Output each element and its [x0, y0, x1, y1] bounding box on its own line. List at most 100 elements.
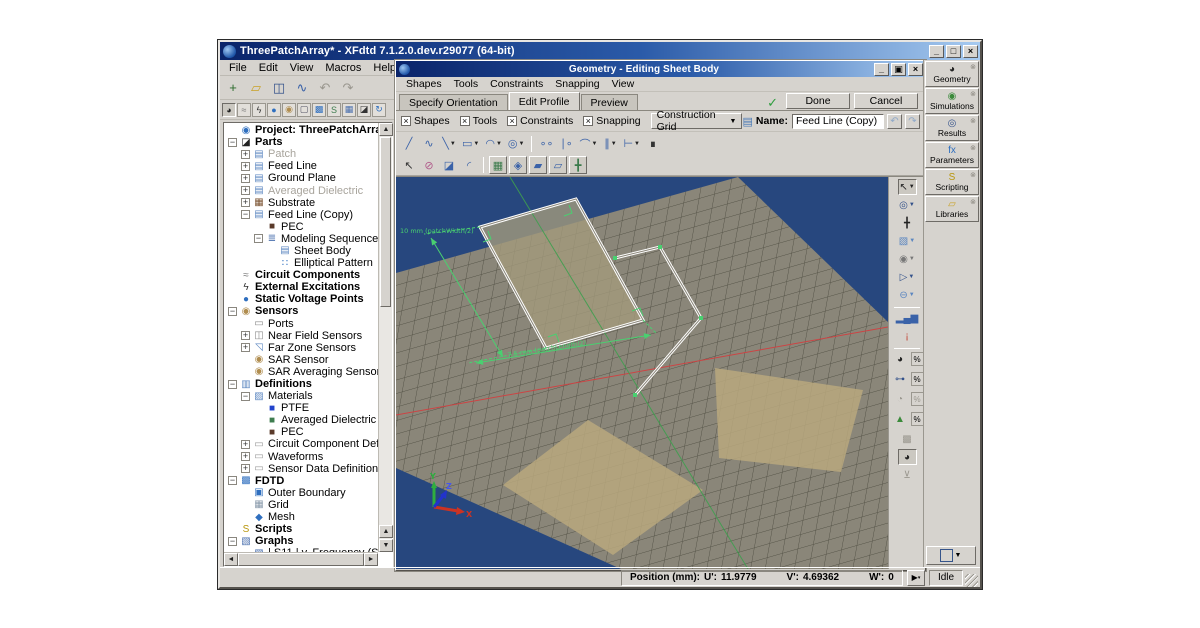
- toggle-shapes[interactable]: × Shapes: [401, 115, 450, 127]
- tree-item[interactable]: ∷ Elliptical Pattern: [224, 257, 378, 269]
- tree-item[interactable]: ■ PEC: [224, 221, 378, 233]
- scroll-up-icon[interactable]: ▲: [379, 123, 393, 136]
- tree-item[interactable]: ◆ Mesh: [224, 511, 378, 523]
- tree-item[interactable]: −≣ Modeling Sequence: [224, 233, 378, 245]
- circuit-opacity-icon[interactable]: ⊶: [891, 371, 910, 387]
- tree-expander-plus-icon[interactable]: +: [241, 452, 250, 461]
- circuit-components-icon[interactable]: ≈: [237, 103, 251, 117]
- toggle-plane-icon[interactable]: ▱: [549, 156, 567, 174]
- parallel-constraint-icon[interactable]: ∥▼: [601, 135, 619, 153]
- external-excitations-icon[interactable]: ϟ: [252, 103, 266, 117]
- geometry-editor-titlebar[interactable]: Geometry - Editing Sheet Body _▣×: [396, 61, 925, 77]
- detach-icon[interactable]: ⊗: [970, 63, 976, 72]
- done-button[interactable]: Done: [786, 93, 850, 109]
- tree-expander-minus-icon[interactable]: −: [241, 392, 250, 401]
- tab-specify-orientation[interactable]: Specify Orientation: [399, 94, 508, 110]
- minimize-button[interactable]: _: [874, 63, 889, 76]
- display-icon[interactable]: ◪: [357, 103, 371, 117]
- detach-icon[interactable]: ⊗: [970, 198, 976, 207]
- tree-item[interactable]: ■ PEC: [224, 426, 378, 438]
- geometry-menu-view[interactable]: View: [606, 77, 641, 91]
- tree-item[interactable]: −▤ Feed Line (Copy): [224, 209, 378, 221]
- toggle-grid-icon[interactable]: ▦: [489, 156, 507, 174]
- tree-item[interactable]: ◉ SAR Averaging Sensor: [224, 366, 378, 378]
- static-voltage-icon[interactable]: ●: [267, 103, 281, 117]
- zoom-view-icon[interactable]: ◎▼: [898, 197, 917, 213]
- tree-item[interactable]: ▣ Outer Boundary: [224, 487, 378, 499]
- scripts-icon[interactable]: S: [327, 103, 341, 117]
- tree-item[interactable]: ● Static Voltage Points: [224, 293, 378, 305]
- refresh-icon[interactable]: ↻: [372, 103, 386, 117]
- arc-tool-icon[interactable]: ◠▼: [483, 135, 504, 153]
- construction-grid-dropdown[interactable]: Construction Grid▼: [651, 113, 743, 129]
- run-macro-icon[interactable]: ∿: [291, 78, 313, 98]
- tree-item[interactable]: +▤ Ground Plane: [224, 172, 378, 184]
- dock-button-parameters[interactable]: ⊗ fx Parameters: [925, 142, 979, 168]
- tree-expander-plus-icon[interactable]: +: [241, 174, 250, 183]
- tree-expander-plus-icon[interactable]: +: [241, 331, 250, 340]
- tree-item[interactable]: +◹ Far Zone Sensors: [224, 342, 378, 354]
- tree-vscroll-thumb[interactable]: [380, 137, 391, 307]
- tree-item[interactable]: −▩ FDTD: [224, 475, 378, 487]
- coincident-constraint-icon[interactable]: ∘∘: [537, 135, 555, 153]
- menu-view[interactable]: View: [284, 61, 320, 75]
- menu-macros[interactable]: Macros: [319, 61, 367, 75]
- close-button[interactable]: ×: [908, 63, 923, 76]
- tree-item[interactable]: +◫ Near Field Sensors: [224, 330, 378, 342]
- geometry-view-icon[interactable]: ◕: [898, 449, 917, 465]
- tree-item[interactable]: −◉ Sensors: [224, 305, 378, 317]
- name-input[interactable]: [792, 114, 884, 129]
- tangent-constraint-icon[interactable]: ⌒▼: [577, 135, 599, 153]
- restore-button[interactable]: ▣: [891, 63, 906, 76]
- fillet-tool-icon[interactable]: ◜: [460, 156, 478, 174]
- geometry-icon[interactable]: ◕: [222, 103, 236, 117]
- trim-tool-icon[interactable]: ⊘: [420, 156, 438, 174]
- viewport-3d[interactable]: 10 mm (patchWidth/2) 7.5 mm (patchLength…: [396, 177, 888, 569]
- opacity-percent-button[interactable]: %: [911, 392, 924, 406]
- sensors-icon[interactable]: ◉: [282, 103, 296, 117]
- tree-item[interactable]: S Scripts: [224, 523, 378, 535]
- tree-horizontal-scrollbar[interactable]: ◄ ►: [224, 552, 378, 566]
- dock-button-results[interactable]: ⊗ ◎ Results: [925, 115, 979, 141]
- toggle-polygon-icon[interactable]: ▰: [529, 156, 547, 174]
- resize-grip[interactable]: [965, 574, 978, 587]
- detach-icon[interactable]: ⊗: [970, 90, 976, 99]
- look-at-icon[interactable]: ⊖▼: [898, 287, 917, 303]
- save-icon[interactable]: ◫: [268, 78, 290, 98]
- toggle-snap-icon[interactable]: ◈: [509, 156, 527, 174]
- tree-expander-plus-icon[interactable]: +: [241, 440, 250, 449]
- redo-name-icon[interactable]: ↷: [905, 114, 920, 129]
- tree-expander-plus-icon[interactable]: +: [241, 186, 250, 195]
- tree-item[interactable]: ▭ Ports: [224, 318, 378, 330]
- fill-region-icon[interactable]: ◪: [440, 156, 458, 174]
- scroll-right-icon[interactable]: ►: [364, 553, 378, 566]
- tree-expander-minus-icon[interactable]: −: [254, 234, 263, 243]
- plot-icon[interactable]: ▂▄▆: [898, 310, 917, 326]
- tree-item[interactable]: −▧ Graphs: [224, 535, 378, 547]
- close-button[interactable]: ×: [963, 45, 978, 58]
- dock-button-simulations[interactable]: ⊗ ◉ Simulations: [925, 88, 979, 114]
- tree-item[interactable]: +▦ Substrate: [224, 197, 378, 209]
- geometry-menu-shapes[interactable]: Shapes: [400, 77, 448, 91]
- tree-item[interactable]: ▤ Sheet Body: [224, 245, 378, 257]
- tree-item[interactable]: ■ PTFE: [224, 402, 378, 414]
- run-simulation-button[interactable]: ▶▾: [907, 570, 925, 586]
- graphs-icon[interactable]: ▦: [342, 103, 356, 117]
- dock-button-libraries[interactable]: ⊗ ▱ Libraries: [925, 196, 979, 222]
- opacity-percent-button[interactable]: %: [911, 352, 924, 366]
- tree-item[interactable]: ϟ External Excitations: [224, 281, 378, 293]
- dock-button-geometry[interactable]: ⊗ ◕ Geometry: [925, 61, 979, 87]
- scroll-down-icon[interactable]: ▼: [379, 539, 393, 552]
- tree-expander-plus-icon[interactable]: +: [241, 150, 250, 159]
- tree-hscroll-thumb[interactable]: [238, 553, 364, 566]
- dimension-constraint-icon[interactable]: ⊢▼: [621, 135, 642, 153]
- select-tool-icon[interactable]: ↖: [400, 156, 418, 174]
- tab-edit-profile[interactable]: Edit Profile: [509, 92, 580, 110]
- detach-icon[interactable]: ⊗: [970, 117, 976, 126]
- tree-item[interactable]: ≈ Circuit Components: [224, 269, 378, 281]
- tree-item[interactable]: +▭ Waveforms: [224, 451, 378, 463]
- tree-item[interactable]: ■ Averaged Dielectric M..: [224, 414, 378, 426]
- definitions-icon[interactable]: ▢: [297, 103, 311, 117]
- maximize-button[interactable]: □: [946, 45, 961, 58]
- tree-item[interactable]: +▤ Patch: [224, 148, 378, 160]
